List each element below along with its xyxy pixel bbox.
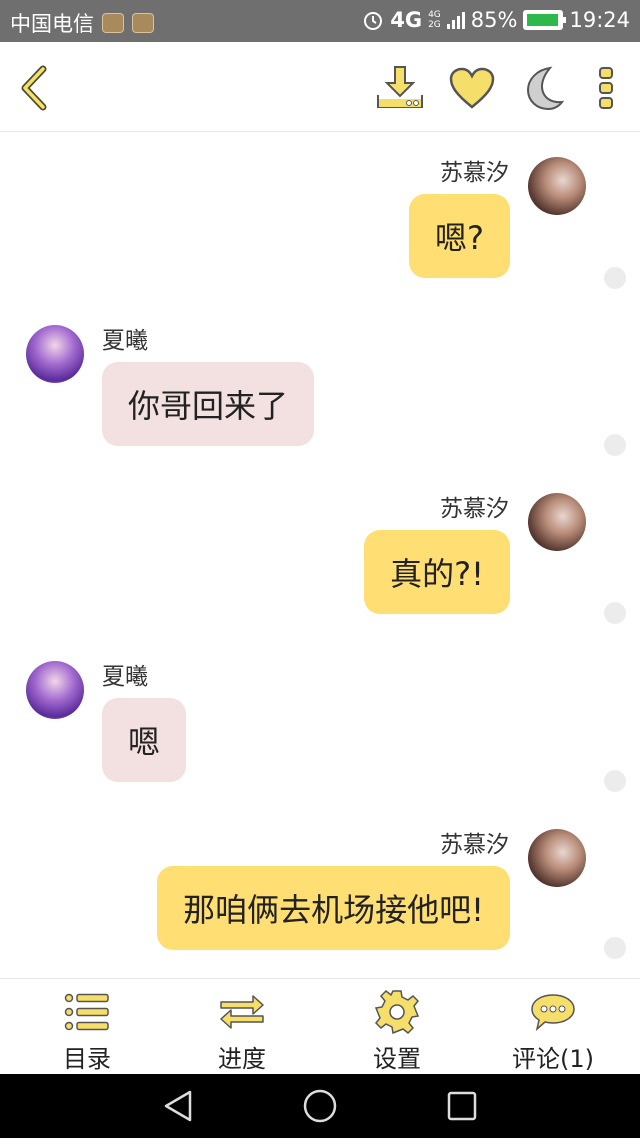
download-icon — [377, 66, 423, 108]
status-bar: 中国电信 4G 4G 2G 85% 19:24 — [0, 0, 640, 42]
tab-settings[interactable]: 设置 — [332, 989, 462, 1074]
message-item: 夏曦 你哥回来了 — [0, 301, 640, 461]
gallery-notification-icon — [132, 13, 154, 33]
comment-dot[interactable] — [604, 267, 626, 289]
swap-arrows-icon — [220, 995, 264, 1029]
gear-icon — [375, 990, 419, 1034]
battery-icon — [523, 10, 567, 30]
chat-area[interactable]: 苏慕汐 嗯? 夏曦 你哥回来了 苏慕汐 真的?! 夏曦 嗯 苏慕汐 那咱俩去机场… — [0, 133, 640, 978]
tab-catalog[interactable]: 目录 — [22, 989, 152, 1074]
comment-dot[interactable] — [604, 434, 626, 456]
more-menu-button[interactable] — [580, 62, 632, 114]
battery-percent: 85% — [470, 8, 518, 32]
tab-progress[interactable]: 进度 — [177, 989, 307, 1074]
comment-dot[interactable] — [604, 937, 626, 959]
message-item: 夏曦 嗯 — [0, 637, 640, 797]
notification-icon — [102, 13, 124, 33]
avatar[interactable] — [528, 493, 586, 551]
message-bubble: 嗯? — [409, 194, 510, 278]
carrier-label: 中国电信 — [10, 12, 94, 36]
avatar[interactable] — [528, 829, 586, 887]
message-item: 苏慕汐 真的?! — [0, 469, 640, 629]
sender-name: 夏曦 — [102, 664, 148, 690]
message-bubble: 嗯 — [102, 698, 187, 782]
triangle-back-icon — [164, 1090, 192, 1122]
avatar[interactable] — [528, 157, 586, 215]
back-icon — [21, 65, 47, 111]
system-nav-bar — [0, 1074, 640, 1138]
tab-comments[interactable]: 评论(1) — [488, 989, 618, 1074]
moon-icon — [526, 66, 564, 111]
dual-network-label: 4G 2G — [428, 10, 441, 30]
tab-settings-label: 设置 — [373, 1045, 421, 1073]
comment-dot[interactable] — [604, 770, 626, 792]
bottom-toolbar: 目录 进度 设置 评论(1) — [0, 978, 640, 1074]
tab-progress-label: 进度 — [218, 1045, 266, 1073]
circle-home-icon — [303, 1089, 337, 1123]
back-button[interactable] — [8, 62, 60, 114]
night-mode-button[interactable] — [516, 62, 568, 114]
tab-comments-label: 评论(1) — [512, 1045, 594, 1073]
download-button[interactable] — [374, 62, 426, 114]
clock: 19:24 — [569, 8, 630, 32]
comment-dot[interactable] — [604, 602, 626, 624]
nav-back-button[interactable] — [158, 1086, 198, 1126]
reader-header — [0, 42, 640, 132]
signal-icon — [446, 11, 465, 29]
list-icon — [64, 993, 109, 1031]
comment-bubble-icon — [531, 994, 575, 1032]
alarm-icon — [364, 12, 383, 30]
square-recents-icon — [447, 1091, 477, 1121]
sender-name: 夏曦 — [102, 328, 148, 354]
message-item: 苏慕汐 嗯? — [0, 133, 640, 293]
message-item: 苏慕汐 那咱俩去机场接他吧! — [0, 805, 640, 975]
message-bubble: 那咱俩去机场接他吧! — [157, 866, 510, 950]
heart-icon — [449, 67, 495, 109]
favorite-button[interactable] — [446, 62, 498, 114]
avatar[interactable] — [26, 325, 84, 383]
more-icon — [599, 67, 613, 109]
nav-home-button[interactable] — [300, 1086, 340, 1126]
sender-name: 苏慕汐 — [440, 160, 509, 186]
network-type-label: 4G — [390, 8, 423, 32]
sender-name: 苏慕汐 — [440, 496, 509, 522]
sender-name: 苏慕汐 — [440, 832, 509, 858]
message-bubble: 你哥回来了 — [102, 362, 315, 446]
tab-catalog-label: 目录 — [63, 1045, 111, 1073]
message-bubble: 真的?! — [364, 530, 510, 614]
avatar[interactable] — [26, 661, 84, 719]
nav-recents-button[interactable] — [442, 1086, 482, 1126]
